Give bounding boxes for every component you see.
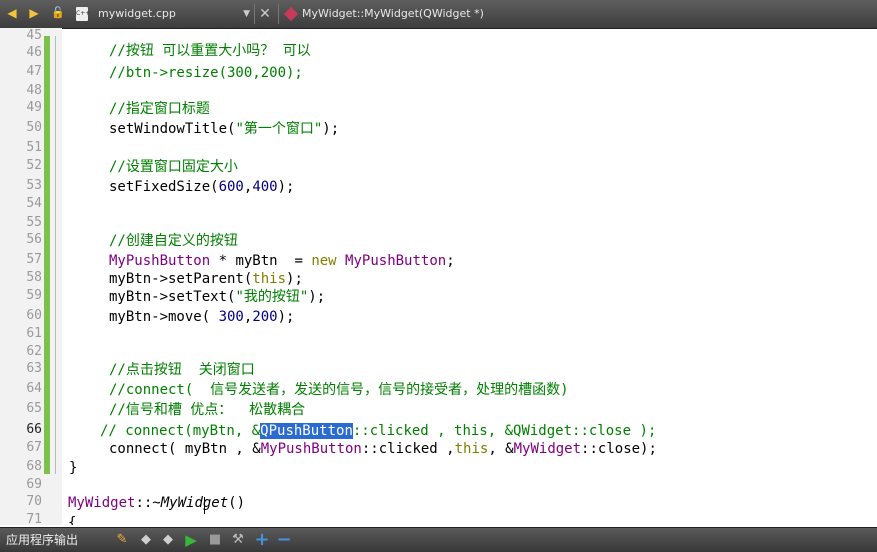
zoom-in-icon[interactable]: + bbox=[254, 531, 270, 549]
line-number: 53 bbox=[26, 178, 42, 193]
code-line-58: myBtn->setParent(this); bbox=[109, 271, 303, 287]
close-document-icon[interactable]: ✕ bbox=[258, 4, 272, 24]
code-line-66: // connect(myBtn, &QPushButton::clicked … bbox=[100, 423, 657, 439]
code-line-65: //信号和槽 优点： 松散耦合 bbox=[109, 402, 306, 418]
line-number: 54 bbox=[26, 196, 42, 211]
broom-icon[interactable]: ✎ bbox=[114, 532, 130, 548]
output-bar: 应用程序输出 ✎ ◆ ◆ ▶ ■ ⚒ + − bbox=[0, 527, 877, 552]
cpp-file-icon: C++ bbox=[76, 7, 90, 21]
line-number: 58 bbox=[26, 270, 42, 285]
line-number: 70 bbox=[26, 494, 42, 509]
function-name: MyWidget::MyWidget(QWidget *) bbox=[302, 7, 484, 20]
selected-text: QPushButton bbox=[260, 423, 353, 439]
symbol-selector[interactable]: MyWidget::MyWidget(QWidget *) bbox=[283, 4, 584, 24]
file-name: mywidget.cpp bbox=[98, 7, 176, 20]
line-number: 60 bbox=[26, 308, 42, 323]
line-number: 49 bbox=[26, 100, 42, 115]
forward-arrow-icon[interactable]: ▶ bbox=[26, 5, 42, 21]
line-number: 55 bbox=[26, 215, 42, 230]
back-arrow-icon[interactable]: ◀ bbox=[4, 5, 20, 21]
code-line-68: } bbox=[69, 460, 78, 476]
code-line-71: { bbox=[68, 515, 77, 525]
code-line-47: //btn->resize(300,200); bbox=[109, 65, 303, 81]
code-line-70: MyWidget::~MyWidget() bbox=[68, 495, 246, 511]
settings-icon[interactable]: ⚒ bbox=[230, 532, 246, 548]
line-number: 46 bbox=[26, 45, 42, 60]
line-number: 48 bbox=[26, 83, 42, 98]
fold-indicator[interactable] bbox=[55, 36, 56, 474]
line-number: 67 bbox=[26, 440, 42, 455]
next-icon[interactable]: ◆ bbox=[160, 532, 176, 548]
stop-icon[interactable]: ■ bbox=[207, 532, 223, 548]
line-number: 68 bbox=[26, 459, 42, 474]
line-number: 45 bbox=[26, 28, 42, 43]
code-line-46: //按钮 可以重置大小吗？ 可以 bbox=[109, 43, 311, 59]
prev-icon[interactable]: ◆ bbox=[138, 532, 154, 548]
line-number: 59 bbox=[26, 288, 42, 303]
line-number: 71 bbox=[26, 512, 42, 527]
line-number-gutter[interactable]: 45 46 47 48 49 50 51 52 53 54 55 56 57 58 59 60 61 62 63 64… bbox=[0, 28, 62, 527]
line-number: 47 bbox=[26, 64, 42, 79]
line-number: 50 bbox=[26, 120, 42, 135]
change-markers bbox=[44, 28, 50, 525]
code-line-64: //connect( 信号发送者，发送的信号，信号的接受者，处理的槽函数) bbox=[109, 382, 569, 398]
lock-icon[interactable]: 🔓 bbox=[50, 5, 66, 21]
line-number: 61 bbox=[26, 326, 42, 341]
line-number: 56 bbox=[26, 232, 42, 247]
toolbar-divider bbox=[254, 4, 255, 24]
line-number: 52 bbox=[26, 158, 42, 173]
line-number: 69 bbox=[26, 477, 42, 492]
code-line-59: myBtn->setText("我的按钮"); bbox=[109, 289, 326, 305]
toolbar-divider bbox=[278, 4, 279, 24]
zoom-out-icon[interactable]: − bbox=[276, 531, 292, 549]
code-line-50: setWindowTitle("第一个窗口"); bbox=[109, 121, 340, 137]
code-editor[interactable]: //按钮 可以重置大小吗？ 可以 //btn->resize(300,200);… bbox=[62, 28, 877, 525]
line-number: 63 bbox=[26, 361, 42, 376]
code-line-53: setFixedSize(600,400); bbox=[109, 179, 295, 195]
code-line-60: myBtn->move( 300,200); bbox=[109, 309, 295, 325]
function-icon bbox=[283, 6, 299, 22]
editor-toolbar: ◀ ▶ 🔓 C++ mywidget.cpp ▼ ✕ MyWidget::MyW… bbox=[0, 0, 877, 29]
code-line-49: //指定窗口标题 bbox=[109, 101, 210, 117]
change-marker bbox=[44, 36, 50, 474]
code-line-52: //设置窗口固定大小 bbox=[109, 159, 238, 175]
file-selector[interactable]: C++ mywidget.cpp ▼ bbox=[74, 4, 252, 24]
line-number: 66 bbox=[26, 422, 42, 437]
mouse-ibeam-cursor bbox=[204, 497, 206, 514]
line-number: 57 bbox=[26, 252, 42, 267]
code-line-57: MyPushButton * myBtn = new MyPushButton; bbox=[109, 253, 455, 269]
code-line-56: //创建自定义的按钮 bbox=[109, 233, 238, 249]
application-output-tab[interactable]: 应用程序输出 bbox=[6, 528, 78, 552]
line-number: 65 bbox=[26, 401, 42, 416]
chevron-down-icon[interactable]: ▼ bbox=[243, 4, 250, 24]
line-number: 62 bbox=[26, 344, 42, 359]
code-line-67: connect( myBtn , &MyPushButton::clicked … bbox=[109, 441, 657, 457]
run-icon[interactable]: ▶ bbox=[183, 532, 199, 548]
line-number: 64 bbox=[26, 381, 42, 396]
line-number: 51 bbox=[26, 140, 42, 155]
code-line-63: //点击按钮 关闭窗口 bbox=[109, 362, 255, 378]
